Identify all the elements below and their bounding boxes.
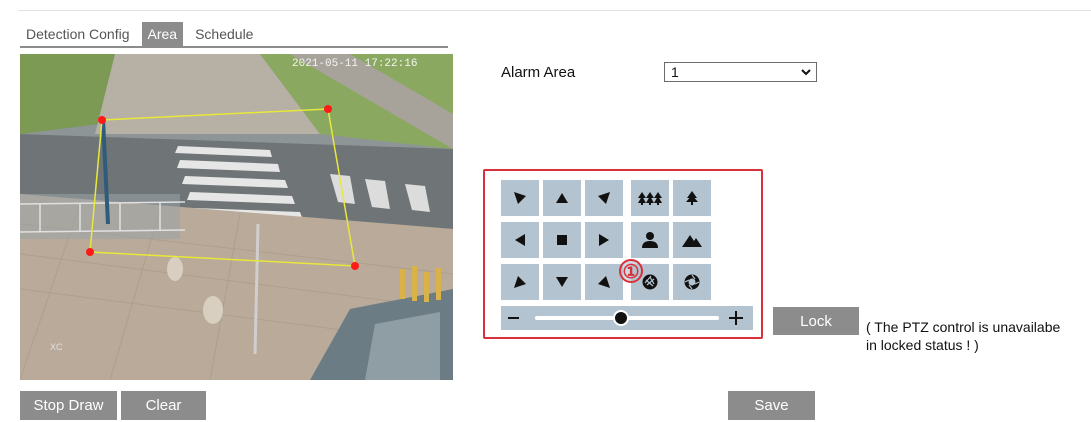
alarm-area-label: Alarm Area <box>501 64 576 81</box>
focus-near-button[interactable] <box>631 222 669 258</box>
zoom-wide-icon <box>638 192 662 205</box>
clear-button[interactable]: Clear <box>121 391 206 420</box>
alarm-area-value: 1 <box>671 64 679 80</box>
pan-down-button[interactable] <box>543 264 581 300</box>
pan-up-icon <box>556 193 568 203</box>
iris-close-icon <box>642 274 658 290</box>
pan-right-button[interactable] <box>585 222 623 258</box>
stop-icon <box>557 235 567 245</box>
focus-near-icon <box>642 232 658 248</box>
tab-area[interactable]: Area <box>141 22 184 46</box>
zoom-tele-button[interactable] <box>673 180 711 216</box>
lock-note: ( The PTZ control is unavailabe in locke… <box>866 318 1091 354</box>
tab-underline <box>20 46 448 48</box>
pan-up-right-button[interactable] <box>585 180 623 216</box>
camera-preview[interactable]: 2021-05-11 17:22:16 XC <box>20 54 453 380</box>
chevron-down-icon <box>801 69 811 76</box>
zoom-wide-button[interactable] <box>631 180 669 216</box>
stop-button[interactable] <box>543 222 581 258</box>
iris-open-button[interactable] <box>673 264 711 300</box>
pan-down-right-button[interactable] <box>585 264 623 300</box>
zoom-tele-icon <box>686 191 698 205</box>
tab-schedule[interactable]: Schedule <box>189 22 259 46</box>
tab-detection-config[interactable]: Detection Config <box>20 22 136 46</box>
pan-right-icon <box>599 234 609 246</box>
alarm-area-select[interactable]: 1 <box>664 62 817 82</box>
iris-open-icon <box>684 274 700 290</box>
pan-down-left-button[interactable] <box>501 264 539 300</box>
pan-up-left-button[interactable] <box>501 180 539 216</box>
camera-scene: 2021-05-11 17:22:16 XC <box>20 54 453 380</box>
pan-left-button[interactable] <box>501 222 539 258</box>
lock-note-line1: ( The PTZ control is unavailabe <box>866 319 1061 335</box>
pan-down-icon <box>556 277 568 287</box>
tab-bar: Detection Config Area Schedule <box>20 22 259 46</box>
lock-note-line2: in locked status ! ) <box>866 337 979 353</box>
video-timestamp: 2021-05-11 17:22:16 <box>292 58 417 70</box>
pan-left-icon <box>515 234 525 246</box>
focus-far-button[interactable] <box>673 222 711 258</box>
ptz-speed-slider[interactable] <box>501 306 753 330</box>
minus-icon[interactable] <box>508 317 519 319</box>
pan-down-right-icon <box>598 276 610 288</box>
pan-up-left-icon <box>514 192 526 204</box>
lock-button[interactable]: Lock <box>773 307 859 335</box>
top-divider <box>18 10 1091 11</box>
pan-up-right-icon <box>598 192 610 204</box>
pan-down-left-icon <box>514 276 526 288</box>
video-corner-label: XC <box>50 342 63 352</box>
ptz-control-panel <box>501 180 753 330</box>
stop-draw-button[interactable]: Stop Draw <box>20 391 117 420</box>
pan-up-button[interactable] <box>543 180 581 216</box>
callout-marker: ① <box>619 259 643 283</box>
focus-far-icon <box>682 235 702 247</box>
save-button[interactable]: Save <box>728 391 815 420</box>
slider-knob[interactable] <box>613 310 630 326</box>
